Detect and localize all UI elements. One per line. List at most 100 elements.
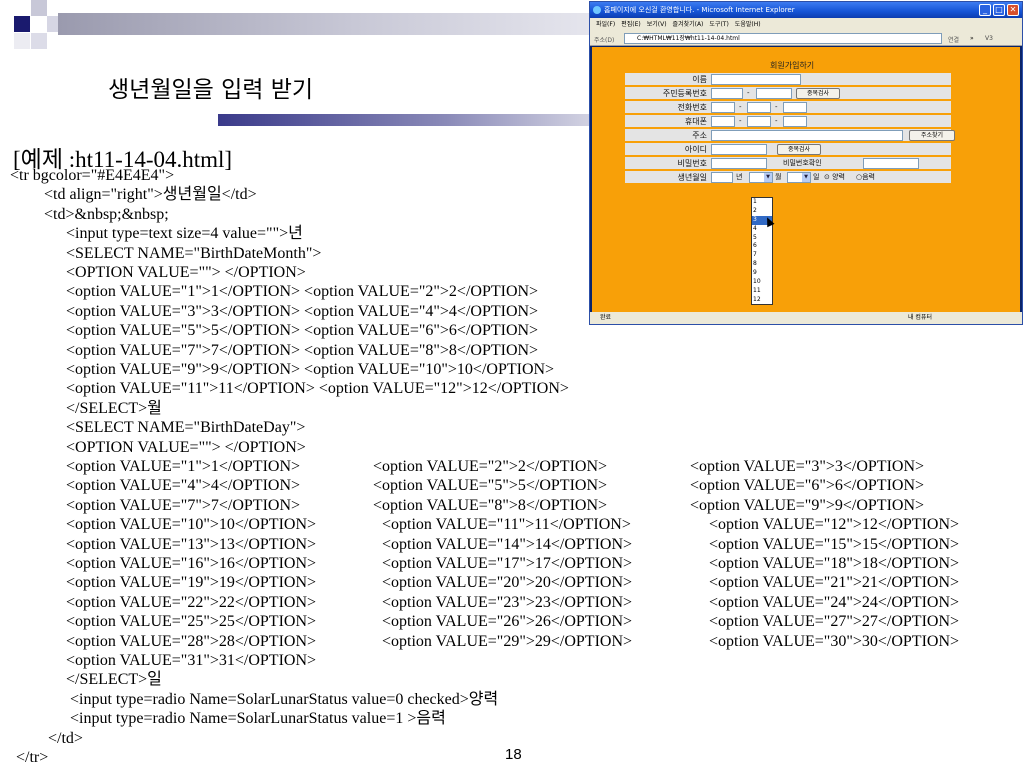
birth-year-input[interactable] [711,172,733,183]
menu-item[interactable]: 도움말(H) [735,21,761,28]
menu-item[interactable]: 파일(F) [596,21,615,28]
month-option[interactable]: 1 [752,198,772,207]
code-text: <option VALUE="5">5</OPTION> [373,477,608,495]
dash: - [775,117,778,125]
code-text: <option VALUE="1">1</OPTION> <option VAL… [66,283,539,301]
month-option[interactable]: 9 [752,269,772,278]
code-text: <option VALUE="13">13</OPTION> [66,535,317,553]
code-text: <input type=text size=4 value="">년 [66,225,303,243]
code-text: <option VALUE="31">31</OPTION> [66,652,317,669]
password-confirm-input[interactable] [863,158,919,169]
code-text: <option VALUE="30">30</OPTION> [709,632,960,650]
form-row-password: 비밀번호 비밀번호확인 [625,157,951,170]
decor-subtitle-bar [218,114,598,126]
id-input[interactable] [711,144,767,155]
address-label: 주소(D) [594,37,615,44]
month-option[interactable]: 6 [752,242,772,251]
month-option[interactable]: 10 [752,278,772,287]
code-text: <option VALUE="28">28</OPTION> [66,632,317,650]
code-text: <option VALUE="9">9</OPTION> <option VAL… [66,361,555,378]
birth-month-select[interactable]: ▼ [749,172,773,183]
dash: - [739,103,742,111]
month-option[interactable]: 5 [752,234,772,243]
year-suffix: 년 [736,173,743,181]
slide-title: 생년월일을 입력 받기 [108,77,314,103]
form-row-birthdate: 생년월일 년 ▼ 월 ▼ 일 ⊙ 양력 ○음력 [625,171,951,184]
dash: - [775,103,778,111]
code-text: <option VALUE="20">20</OPTION> [382,574,633,592]
ssn-front-input[interactable] [711,88,743,99]
month-dropdown-list[interactable]: 1 2 3 4 5 6 7 8 9 10 11 12 [751,197,773,305]
close-button[interactable]: ✕ [1007,4,1019,16]
ssn-check-button[interactable]: 중복검사 [796,88,840,99]
code-text: <option VALUE="19">19</OPTION> [66,574,317,592]
password-input[interactable] [711,158,767,169]
code-text: <option VALUE="12">12</OPTION> [709,516,960,534]
birth-day-select[interactable]: ▼ [787,172,811,183]
toolbar-v3-icon[interactable]: V3 [985,35,993,42]
id-check-button[interactable]: 중복검사 [777,144,821,155]
name-input[interactable] [711,74,801,85]
code-text: <option VALUE="18">18</OPTION> [709,555,960,572]
mobile-part1-input[interactable] [711,116,735,127]
form-row-name: 이름 [625,73,951,86]
form-row-mobile: 휴대폰 - - [625,115,951,128]
mobile-part2-input[interactable] [747,116,771,127]
code-text: <option VALUE="3">3</OPTION> [690,458,925,475]
chevron-down-icon[interactable]: ▼ [802,173,810,182]
month-option[interactable]: 2 [752,207,772,216]
dash: - [739,117,742,125]
label-ssn: 주민등록번호 [662,89,707,98]
address-field[interactable]: C:₩HTML₩11장₩ht11-14-04.html [624,33,942,44]
code-text: <OPTION VALUE=""> </OPTION> [66,438,306,456]
form-heading: 회원가입하기 [770,61,815,70]
chevron-right-icon[interactable]: » [970,35,974,42]
code-text: <option VALUE="27">27</OPTION> [709,613,960,631]
month-option[interactable]: 7 [752,251,772,260]
phone-part1-input[interactable] [711,102,735,113]
browser-menu-bar: 파일(F) 편집(E) 보기(V) 즐겨찾기(A) 도구(T) 도움말(H) [590,18,1022,31]
code-text: <option VALUE="7">7</OPTION> <option VAL… [66,341,539,359]
decor-square [31,33,47,49]
menu-item[interactable]: 즐겨찾기(A) [673,21,704,28]
code-text: <option VALUE="11">11</OPTION> <option V… [66,380,569,398]
code-text: <option VALUE="14">14</OPTION> [382,535,633,553]
code-text: <option VALUE="8">8</OPTION> [373,496,608,514]
radio-solar[interactable]: ⊙ 양력 [824,171,845,184]
browser-window: 홈페이지에 오신걸 환영합니다. - Microsoft Internet Ex… [589,1,1023,325]
month-option[interactable]: 11 [752,287,772,296]
menu-item[interactable]: 도구(T) [709,21,728,28]
ssn-back-input[interactable] [756,88,792,99]
radio-lunar[interactable]: ○음력 [856,171,875,184]
code-text: <option VALUE="7">7</OPTION> [66,496,301,514]
label-phone: 전화번호 [677,103,707,112]
code-text: <option VALUE="5">5</OPTION> <option VAL… [66,322,539,340]
maximize-button[interactable]: □ [993,4,1005,16]
label-password: 비밀번호 [677,159,707,168]
code-text: <option VALUE="10">10</OPTION> [66,516,317,534]
ie-logo-icon [593,6,601,14]
code-text: </SELECT>일 [66,671,162,689]
code-text: <input type=radio Name=SolarLunarStatus … [70,690,499,708]
code-text: <option VALUE="16">16</OPTION> [66,555,317,572]
label-id: 아이디 [684,145,707,154]
month-option[interactable]: 8 [752,260,772,269]
month-option[interactable]: 12 [752,296,772,305]
menu-item[interactable]: 보기(V) [647,21,667,28]
code-text: <option VALUE="11">11</OPTION> [382,516,631,534]
address-search-button[interactable]: 주소찾기 [909,130,955,141]
address-input[interactable] [711,130,903,141]
phone-part2-input[interactable] [747,102,771,113]
label-mobile: 휴대폰 [684,117,707,126]
decor-square [14,16,30,32]
menu-item[interactable]: 편집(E) [621,21,641,28]
minimize-button[interactable]: _ [979,4,991,16]
chevron-down-icon[interactable]: ▼ [764,173,772,182]
go-button[interactable]: 연결 [948,35,959,44]
phone-part3-input[interactable] [783,102,807,113]
dash: - [747,89,750,97]
code-text: <td>&nbsp;&nbsp; [44,205,169,223]
code-text: <option VALUE="4">4</OPTION> [66,477,301,495]
mobile-part3-input[interactable] [783,116,807,127]
code-text: <tr bgcolor="#E4E4E4"> [10,167,175,184]
